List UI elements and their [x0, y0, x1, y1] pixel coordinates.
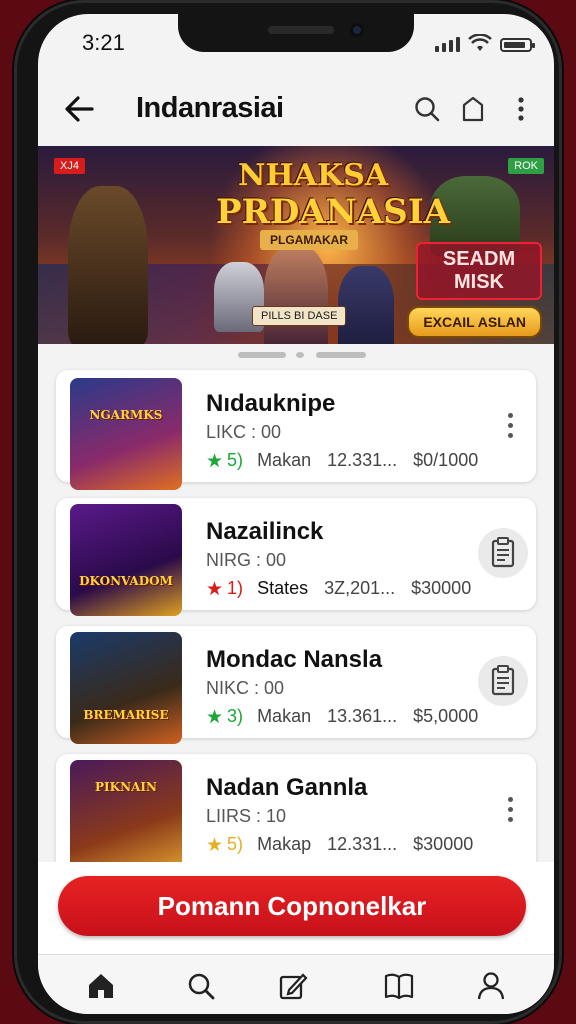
star-icon: ★ — [206, 835, 224, 856]
meta-count: 12.331... — [327, 450, 398, 470]
meta-count: 13.361... — [327, 706, 398, 726]
banner-sub-tag: PILLS BI DASE — [252, 306, 347, 326]
hero-figure — [338, 266, 394, 344]
more-vert-icon[interactable] — [500, 408, 520, 442]
rating: 1) — [227, 578, 244, 598]
camera — [350, 23, 364, 37]
game-name: Nadan Gannla — [206, 774, 368, 801]
clipboard-button[interactable] — [478, 656, 528, 706]
meta-label: Makan — [257, 450, 312, 470]
hero-figure — [68, 186, 148, 344]
meta-count: 3Z,201... — [324, 578, 396, 598]
game-meta: ★ 5) Makap 12.331... $30000 — [206, 834, 473, 857]
star-icon: ★ — [206, 451, 224, 472]
page-title: Indanrasiai — [136, 92, 284, 124]
clipboard-icon — [491, 537, 515, 568]
search-icon[interactable] — [412, 94, 442, 124]
thumbnail-title: PIKNAIN — [95, 780, 157, 794]
back-arrow-icon[interactable] — [62, 92, 96, 126]
game-meta: ★ 3) Makan 13.361... $5,0000 — [206, 706, 478, 729]
meta-price: $30000 — [413, 834, 474, 854]
list-item[interactable]: BREMARISE Mondac Nansla NIKC : 00 ★ 3) M… — [56, 626, 536, 744]
banner-cta-button[interactable]: EXCAIL ASLAN — [407, 306, 542, 338]
list-item[interactable]: PIKNAIN Nadan Gannla LIIRS : 10 ★ 5) Mak… — [56, 754, 536, 874]
thumbnail-title: BREMARISE — [83, 708, 169, 722]
meta-price: $5,0000 — [413, 706, 479, 726]
banner-headline-2: PRDANASIA — [216, 192, 450, 232]
game-thumbnail: DKONVADOM — [70, 504, 182, 616]
speaker — [268, 26, 334, 34]
clipboard-icon — [491, 665, 515, 696]
meta-label: Makan — [257, 706, 312, 726]
star-icon: ★ — [206, 579, 224, 600]
banner-badge-left: XJ4 — [54, 158, 85, 174]
rating: 3) — [227, 706, 244, 726]
carousel-dot[interactable] — [238, 352, 286, 358]
rating: 5) — [227, 450, 244, 470]
game-sub: NIKC : 00 — [206, 678, 285, 698]
list-item[interactable]: NGARMKS Nıdauknipe LIKC : 00 ★ 5) Makan … — [56, 370, 536, 490]
meta-price: $30000 — [411, 578, 472, 598]
more-vert-icon[interactable] — [506, 94, 536, 124]
book-icon[interactable] — [382, 969, 416, 1003]
game-name: Mondac Nansla — [206, 646, 383, 673]
promo-banner[interactable]: XJ4 ROK NHAKSA PRDANASIA PLGAMAKAR SEADM… — [38, 146, 554, 344]
game-name: Nıdauknipe — [206, 390, 336, 417]
meta-label: Makap — [257, 834, 312, 854]
banner-headline-1: NHAKSA — [238, 158, 389, 193]
meta-count: 12.331... — [327, 834, 398, 854]
meta-label: States — [257, 578, 309, 598]
bottom-nav — [38, 954, 554, 1014]
profile-icon[interactable] — [474, 969, 508, 1003]
carousel-dot[interactable] — [296, 352, 304, 358]
game-sub: LIKC : 00 — [206, 422, 282, 442]
battery-icon — [500, 38, 535, 52]
game-name: Nazailinck — [206, 518, 324, 545]
banner-side-title: SEADM MISK — [416, 242, 542, 300]
bag-icon[interactable] — [458, 94, 488, 124]
signal-icon — [435, 37, 460, 52]
game-thumbnail: PIKNAIN — [70, 760, 182, 872]
status-time: 3:21 — [82, 30, 125, 55]
star-icon: ★ — [206, 707, 224, 728]
carousel-indicator[interactable] — [38, 350, 554, 362]
game-sub: NIRG : 00 — [206, 550, 287, 570]
primary-action-bar: Pomann Copnonelkar — [38, 862, 554, 954]
app-bar: Indanrasiai — [38, 78, 554, 142]
meta-price: $0/1000 — [413, 450, 479, 470]
wifi-icon — [468, 34, 492, 51]
thumbnail-title: NGARMKS — [89, 408, 163, 422]
banner-badge-right: ROK — [508, 158, 544, 174]
notch — [178, 14, 414, 52]
screen: 3:21 Indanrasiai XJ4 ROK NHAKSA PRDANASI… — [38, 14, 554, 1014]
search-icon[interactable] — [184, 969, 218, 1003]
rating: 5) — [227, 834, 244, 854]
game-thumbnail: BREMARISE — [70, 632, 182, 744]
game-thumbnail: NGARMKS — [70, 378, 182, 490]
game-sub: LIIRS : 10 — [206, 806, 287, 826]
edit-icon[interactable] — [276, 969, 310, 1003]
banner-headline-tag: PLGAMAKAR — [260, 230, 358, 250]
status-icons — [435, 34, 535, 52]
more-vert-icon[interactable] — [500, 792, 520, 826]
home-icon[interactable] — [84, 969, 118, 1003]
phone-frame: 3:21 Indanrasiai XJ4 ROK NHAKSA PRDANASI… — [14, 0, 562, 1024]
primary-button[interactable]: Pomann Copnonelkar — [58, 876, 526, 936]
thumbnail-title: DKONVADOM — [79, 574, 173, 588]
clipboard-button[interactable] — [478, 528, 528, 578]
game-meta: ★ 5) Makan 12.331... $0/1000 — [206, 450, 478, 473]
list-item[interactable]: DKONVADOM Nazailinck NIRG : 00 ★ 1) Stat… — [56, 498, 536, 616]
carousel-dot[interactable] — [316, 352, 366, 358]
game-meta: ★ 1) States 3Z,201... $30000 — [206, 578, 471, 601]
hero-figure — [264, 246, 328, 344]
